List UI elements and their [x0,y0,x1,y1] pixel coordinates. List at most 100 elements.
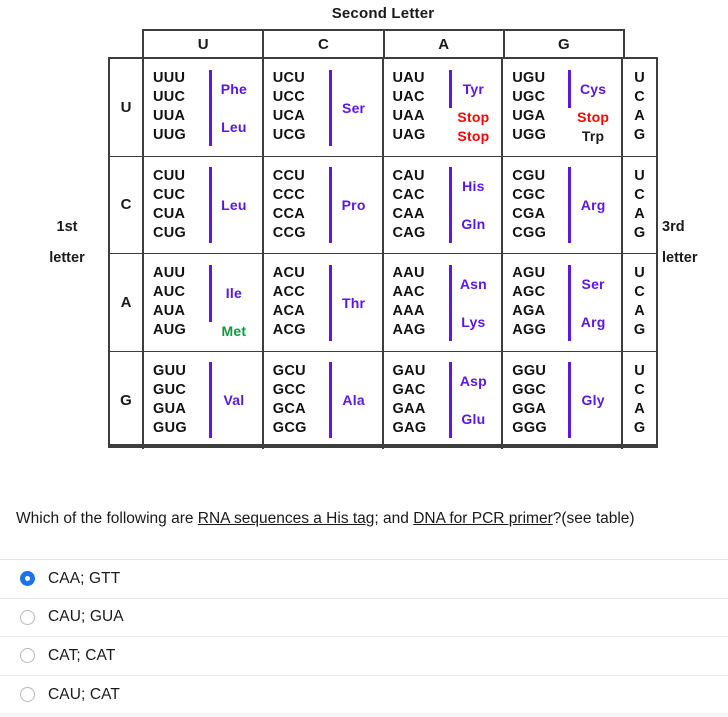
codon: AAA [392,303,425,320]
codon: CUA [153,205,186,222]
codon: UUA [153,108,186,125]
codon: AGA [512,303,546,320]
codon: UGU [512,70,546,87]
codon: GUA [153,401,187,418]
codon-block: GCU GCC GCA GCG Ala [264,351,384,449]
codon: ACG [272,322,306,339]
amino-acid-label: Leu [221,197,247,213]
answer-option-2[interactable]: CAU; GUA [0,598,728,637]
codon: CGG [512,224,547,241]
amino-acid-group: Arg [566,167,621,243]
codon: CAG [392,224,426,241]
radio-button-icon[interactable] [20,571,35,587]
amino-acid-group: Pro [327,167,382,243]
third-letter: A [634,108,645,125]
amino-acid-group: Glu [447,400,502,438]
codon: UCG [272,127,306,144]
codon: UGC [512,89,546,106]
codon: CCU [272,167,306,184]
amino-acid-group: Arg [566,302,621,341]
amino-acid-label: Tyr [462,80,485,97]
amino-acid-area: Ser [327,59,382,156]
codon: GGA [512,401,547,418]
codon: CAU [392,167,425,184]
amino-acid-label: Arg [580,197,606,213]
amino-acid-area: His Gln [447,157,502,254]
question-text: Which of the following are RNA sequences… [0,508,728,530]
third-letter-label-line2: letter [662,250,698,266]
amino-acid-label: Ala [342,392,365,408]
codon-block: AGU AGC AGA AGG Ser Arg [503,254,623,351]
question-text-segment: ; and [374,510,414,527]
codon: GCU [272,363,306,380]
codon: UAA [392,108,425,125]
answer-option-1[interactable]: CAA; GTT [0,560,728,599]
codon-row-c: C CUU CUC CUA CUG Leu CCU CCC CCA CCG Pro CAU CAC CAA… [110,156,656,254]
codon-block: CCU CCC CCA CCG Pro [264,156,384,254]
codon: AUG [153,322,187,339]
third-letter: U [634,167,645,184]
amino-acid-label: Gln [461,216,486,232]
first-letter-label-line1: 1st [56,219,78,235]
amino-acid-label: Phe [220,80,248,97]
radio-button-icon[interactable] [20,687,35,703]
codon-list: UCU UCC UCA UCG [273,59,327,156]
answer-option-label: CAU; CAT [48,685,120,703]
codon: UUG [153,127,187,144]
answer-option-4[interactable]: CAU; CAT [0,675,728,714]
codon: CGU [512,167,546,184]
codon: GUG [153,420,187,437]
amino-acid-label: Ser [342,99,366,116]
codon-block: UGU UGC UGA UGG Cys Stop Trp [503,59,623,156]
third-letter: C [634,186,645,203]
codon-block: AAU AAC AAA AAG Asn Lys [384,254,504,351]
codon-list: CCU CCC CCA CCG [273,157,327,254]
bottom-strip [0,713,728,717]
answer-option-3[interactable]: CAT; CAT [0,637,728,676]
amino-acid-label: Ile [225,285,242,301]
codon-list: GGU GGC GGA GGG [512,352,566,450]
third-letter: A [634,205,645,222]
amino-acid-label: Asp [459,373,487,389]
codon: GCC [272,382,306,399]
codon-grid: U UUU UUC UUA UUG Phe Leu UCU UCC UCA UCG Ser UAU UAC… [108,57,658,450]
amino-acid-group: Asn [447,264,502,303]
answer-option-label: CAT; CAT [48,646,116,664]
amino-acid-group: Tyr [447,69,502,108]
amino-acid-label: Arg [580,313,606,330]
amino-acid-label: Gly [581,392,605,408]
second-letter-header-a: A [385,31,505,57]
amino-acid-group: Ala [327,362,382,438]
amino-acid-group: Thr [327,264,382,341]
amino-acid-group: Val [207,362,262,438]
radio-button-icon[interactable] [20,648,35,664]
codon: CCC [272,186,306,203]
amino-acid-area: Cys Stop Trp [566,59,621,156]
question-text-segment: Which of the following are [16,510,198,527]
third-letter: C [634,382,645,399]
radio-button-icon[interactable] [20,609,35,625]
third-letter: A [634,401,645,418]
codon: UCA [272,108,306,125]
amino-acid-group: Ser [566,264,621,303]
third-letter: G [633,322,646,339]
amino-acid-group: Stop [566,108,621,127]
amino-acid-group: Phe [207,69,262,108]
amino-acid-area: Val [207,352,262,450]
third-letter-cell: UCAG [623,254,656,351]
codon: CGA [512,205,546,222]
amino-acid-area: Thr [327,254,382,351]
codon-list: GAU GAC GAA GAG [393,352,447,450]
codon: AAG [392,322,426,339]
amino-acid-area: Pro [327,157,382,254]
amino-acid-group: Ser [327,69,382,146]
codon: CUC [153,186,186,203]
second-letter-header-g: G [558,35,570,53]
codon: GUC [153,382,187,399]
codon: GAC [392,382,426,399]
codon: AUU [153,265,186,282]
amino-acid-label: Cys [579,80,607,97]
codon-block: UCU UCC UCA UCG Ser [264,59,384,156]
codon: CGC [512,186,546,203]
third-letter: U [634,363,645,380]
